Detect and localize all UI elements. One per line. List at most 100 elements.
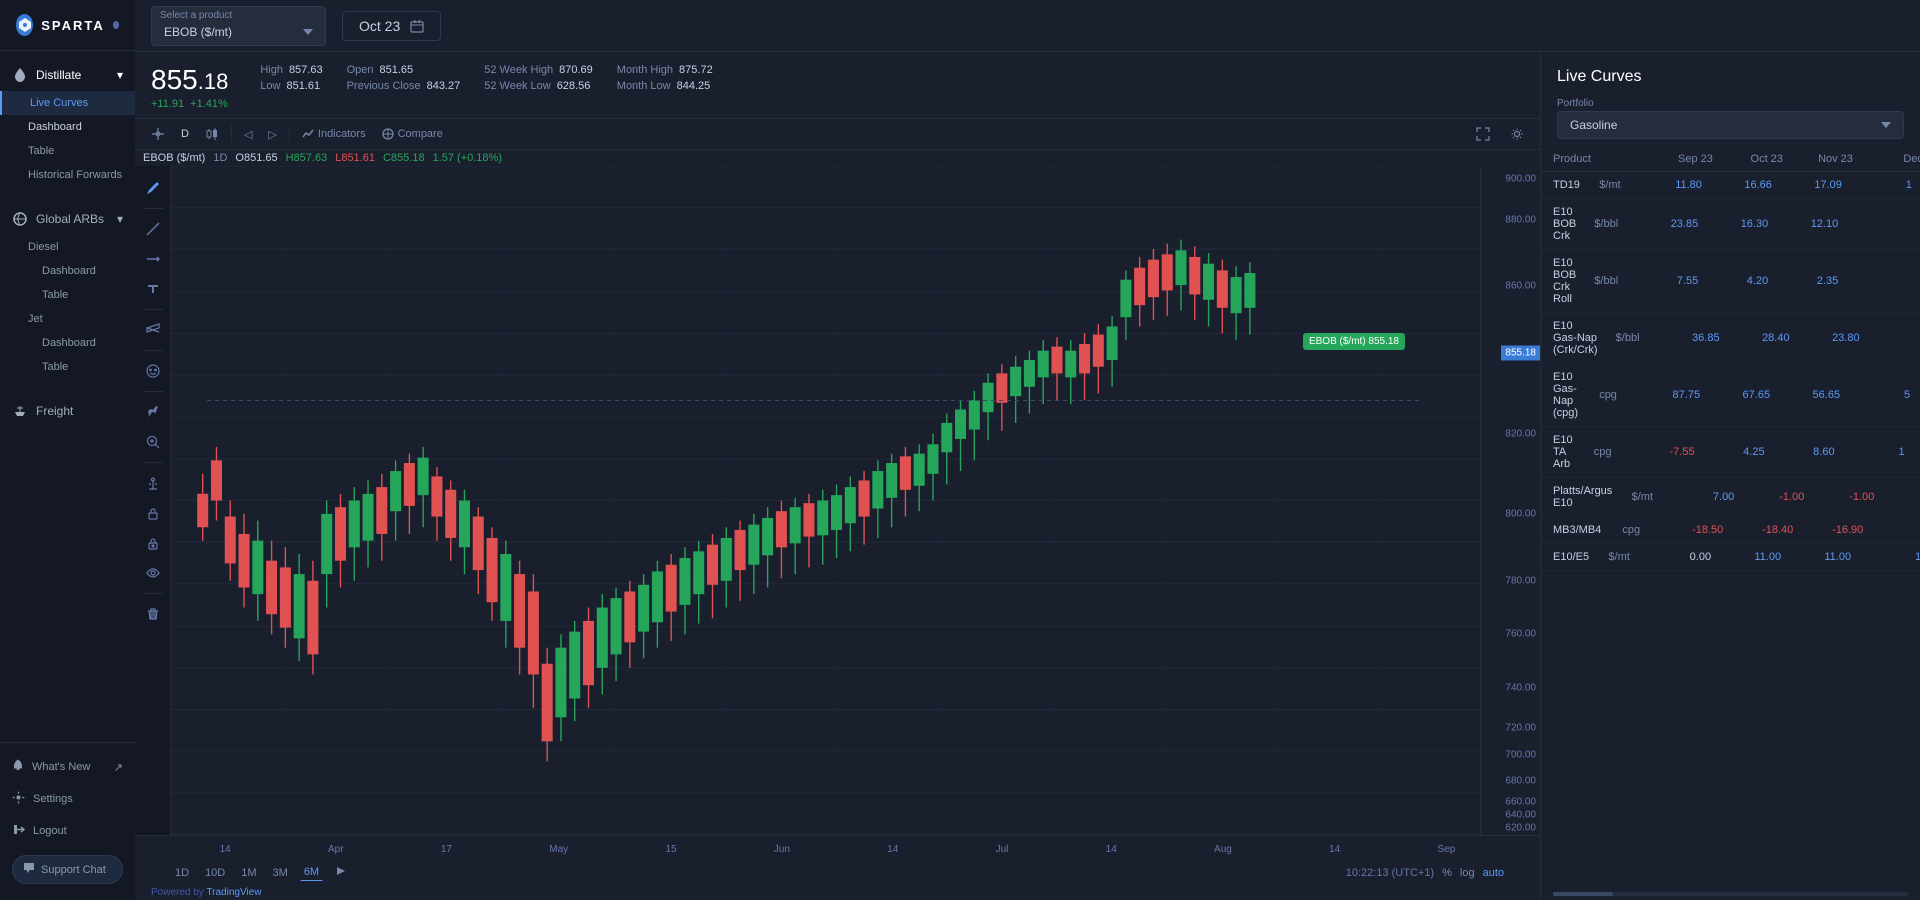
global-arbs-label: Global ARBs <box>36 212 104 226</box>
table-row[interactable]: Platts/Argus E10 $/mt 7.00 -1.00 -1.00 -… <box>1541 478 1920 517</box>
emoji-tool[interactable] <box>139 357 167 385</box>
timeframe-button[interactable]: D <box>173 124 197 144</box>
text-tool[interactable] <box>139 275 167 303</box>
support-chat-button[interactable]: Support Chat <box>12 855 123 884</box>
trash-tool[interactable] <box>139 600 167 628</box>
pencil-tool[interactable] <box>139 174 167 202</box>
zoom-tool[interactable] <box>139 428 167 456</box>
indicators-icon <box>302 128 314 140</box>
lock-price-tool[interactable] <box>139 529 167 557</box>
sidebar-whats-new[interactable]: What's New ↗ <box>0 751 135 783</box>
next-button[interactable]: ▷ <box>260 124 284 145</box>
sidebar-item-label: Dashboard <box>42 265 96 277</box>
sidebar-item-live-curves[interactable]: Live Curves <box>0 91 135 115</box>
time-label: 14 <box>220 844 231 855</box>
bell-icon <box>12 759 24 775</box>
table-row[interactable]: E10 BOB Crk Roll $/bbl 7.55 4.20 2.35 <box>1541 250 1920 313</box>
main-content: Select a product EBOB ($/mt) Oct 23 <box>135 0 1920 900</box>
freight-section: Freight <box>0 387 135 435</box>
indicators-button[interactable]: Indicators <box>294 124 374 144</box>
val-nov23: 11.00 <box>1789 551 1859 563</box>
stat-high-low: High 857.63 Low 851.61 <box>260 64 322 92</box>
sidebar-settings[interactable]: Settings <box>0 783 135 815</box>
measure-tool[interactable] <box>139 316 167 344</box>
lock-tool[interactable] <box>139 499 167 527</box>
sidebar-freight-header[interactable]: Freight <box>0 395 135 427</box>
tool-separator-3 <box>143 350 163 351</box>
candlestick-chart[interactable] <box>171 166 1480 835</box>
chart-body[interactable]: EBOB ($/mt) 855.18 <box>171 166 1480 835</box>
sidebar-jet-dashboard[interactable]: Dashboard <box>0 331 135 355</box>
time-10d-button[interactable]: 10D <box>201 865 229 881</box>
product-select-label: Select a product <box>160 10 232 21</box>
tradingview-link[interactable]: TradingView <box>206 887 261 898</box>
auto-mode-button[interactable]: auto <box>1483 867 1504 879</box>
sidebar-distillate-header[interactable]: Distillate ▾ <box>0 59 135 91</box>
sidebar-diesel-table[interactable]: Table <box>0 283 135 307</box>
sidebar-item-table[interactable]: Table <box>0 139 135 163</box>
ohlc-open: O851.65 <box>235 152 277 164</box>
bar-replay-button[interactable] <box>331 863 351 882</box>
tool-separator-6 <box>143 593 163 594</box>
sidebar-jet-table[interactable]: Table <box>0 355 135 379</box>
time-6m-button[interactable]: 6M <box>300 864 323 881</box>
lock-price-icon <box>146 536 160 550</box>
val-nov23: -16.90 <box>1801 524 1871 536</box>
settings-button[interactable] <box>1502 123 1532 145</box>
chart-right-axis: 900.00 880.00 860.00 840.00 855.18 820.0… <box>1480 166 1540 835</box>
sidebar-item-label: Table <box>42 361 68 373</box>
table-row[interactable]: MB3/MB4 cpg -18.50 -18.40 -16.90 -1 <box>1541 517 1920 544</box>
eye-tool[interactable] <box>139 559 167 587</box>
date-selector[interactable]: Oct 23 <box>342 11 441 41</box>
ray-tool[interactable] <box>139 245 167 273</box>
line-tool[interactable] <box>139 215 167 243</box>
table-row[interactable]: E10 BOB Crk $/bbl 23.85 16.30 12.10 <box>1541 199 1920 250</box>
measure-icon <box>146 323 160 337</box>
val-nov23: -1.00 <box>1812 491 1882 503</box>
log-mode-button[interactable]: log <box>1460 867 1475 879</box>
val-sep23: 11.80 <box>1640 179 1710 191</box>
crosshair-button[interactable] <box>143 123 173 145</box>
sidebar-item-label: Table <box>28 145 54 157</box>
time-label: 17 <box>441 844 452 855</box>
val-sep23: 23.85 <box>1636 218 1706 230</box>
sidebar-item-dashboard[interactable]: Dashboard <box>0 115 135 139</box>
sidebar-diesel-header[interactable]: Diesel <box>0 235 135 259</box>
fullscreen-button[interactable] <box>1468 123 1498 145</box>
sidebar-logout[interactable]: Logout <box>0 815 135 847</box>
sidebar-jet-header[interactable]: Jet <box>0 307 135 331</box>
compare-button[interactable]: Compare <box>374 124 451 144</box>
table-row[interactable]: TD19 $/mt 11.80 16.66 17.09 1 <box>1541 172 1920 199</box>
anchor-tool[interactable] <box>139 469 167 497</box>
brush-tool[interactable] <box>139 398 167 426</box>
table-row[interactable]: E10 Gas-Nap (Crk/Crk) $/bbl 36.85 28.40 … <box>1541 313 1920 364</box>
toolbar-right <box>1468 123 1532 145</box>
distillate-label: Distillate <box>36 68 81 82</box>
time-1m-button[interactable]: 1M <box>237 865 260 881</box>
sidebar-item-historical-forwards[interactable]: Historical Forwards <box>0 163 135 187</box>
candle-type-button[interactable] <box>197 123 227 145</box>
logo-icon <box>16 14 33 36</box>
ohlc-high: H857.63 <box>286 152 328 164</box>
sidebar-item-label: Dashboard <box>42 337 96 349</box>
price-axis-680: 680.00 <box>1505 776 1536 787</box>
lc-portfolio-select[interactable]: Gasoline <box>1557 111 1904 139</box>
chevron-icon: ▾ <box>117 212 123 226</box>
time-3m-button[interactable]: 3M <box>269 865 292 881</box>
lock-icon <box>146 506 160 520</box>
time-1d-button[interactable]: 1D <box>171 865 193 881</box>
table-row[interactable]: E10 Gas-Nap (cpg) cpg 87.75 67.65 56.65 … <box>1541 364 1920 427</box>
lc-scrollbar[interactable] <box>1553 892 1908 896</box>
table-row[interactable]: E10/E5 $/mt 0.00 11.00 11.00 1 <box>1541 544 1920 571</box>
sidebar-global-arbs-header[interactable]: Global ARBs ▾ <box>0 203 135 235</box>
product-name: MB3/MB4 <box>1553 524 1601 536</box>
prev-button[interactable]: ◁ <box>236 124 260 145</box>
chart-canvas-area[interactable]: EBOB ($/mt) 855.18 <box>135 166 1540 835</box>
percent-mode-button[interactable]: % <box>1442 867 1452 879</box>
table-row[interactable]: E10 TA Arb cpg -7.55 4.25 8.60 1 <box>1541 427 1920 478</box>
settings-dot <box>113 21 119 29</box>
product-selector[interactable]: Select a product EBOB ($/mt) <box>151 6 326 46</box>
price-axis-860: 860.00 <box>1505 281 1536 292</box>
brush-icon <box>146 405 160 419</box>
sidebar-diesel-dashboard[interactable]: Dashboard <box>0 259 135 283</box>
